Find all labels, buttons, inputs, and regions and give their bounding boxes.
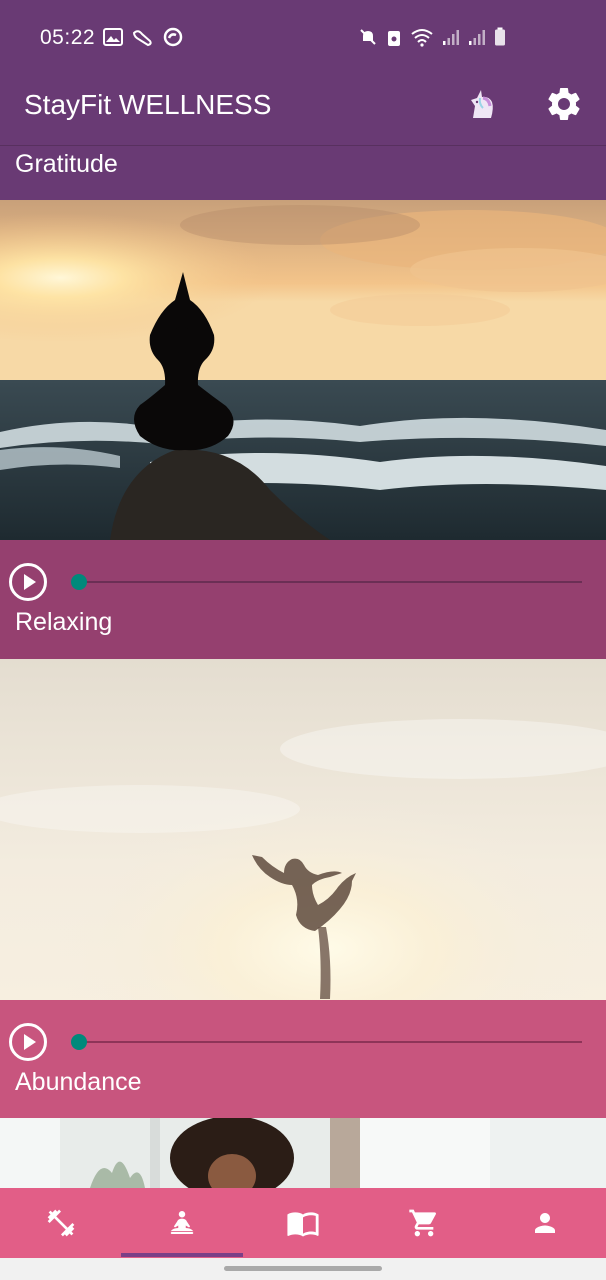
book-icon	[286, 1212, 319, 1237]
play-button[interactable]	[8, 1022, 48, 1062]
audio-player-gratitude: Relaxing	[0, 540, 606, 659]
section-title: Gratitude	[15, 150, 118, 178]
nav-selected-indicator	[121, 1253, 243, 1257]
slider-thumb[interactable]	[71, 574, 87, 590]
cart-icon	[408, 1209, 436, 1237]
meditating-woman-image	[0, 1118, 606, 1188]
image-icon	[103, 28, 123, 46]
play-button[interactable]	[8, 562, 48, 602]
nav-item-shop[interactable]	[363, 1188, 484, 1258]
bottom-nav	[0, 1188, 606, 1258]
mute-icon	[360, 29, 376, 45]
audio-player-relaxing: Abundance	[0, 1000, 606, 1118]
signal-icon	[443, 30, 459, 45]
yoga-dancer-image	[0, 659, 606, 1000]
status-time: 05:22	[40, 26, 96, 49]
signal-icon	[469, 30, 485, 45]
section-title: Relaxing	[15, 608, 113, 636]
battery-icon	[495, 27, 505, 46]
sync-icon	[163, 27, 183, 47]
settings-gear-icon[interactable]	[544, 84, 584, 124]
app-title: StayFit WELLNESS	[24, 89, 272, 120]
slider-thumb[interactable]	[71, 1034, 87, 1050]
wifi-icon	[411, 29, 433, 47]
nav-item-library[interactable]	[242, 1188, 363, 1258]
dumbbell-icon	[47, 1209, 74, 1237]
progress-slider[interactable]	[78, 1041, 582, 1043]
home-gesture-handle[interactable]	[224, 1266, 382, 1271]
section-header-gratitude: Gratitude	[0, 146, 606, 200]
nav-item-meditation[interactable]	[121, 1188, 242, 1258]
progress-slider[interactable]	[78, 581, 582, 583]
meditation-icon	[170, 1211, 193, 1234]
nav-item-workouts[interactable]	[0, 1188, 121, 1258]
lock-icon	[388, 31, 400, 46]
section-title: Abundance	[15, 1068, 142, 1096]
app-bar: StayFit WELLNESS	[0, 76, 606, 146]
fitness-icon	[132, 30, 152, 47]
person-icon	[534, 1213, 555, 1233]
nav-item-profile[interactable]	[484, 1188, 605, 1258]
meditation-sunset-image	[0, 200, 606, 540]
status-bar: 05:22	[0, 0, 606, 76]
system-gesture-bar	[0, 1258, 606, 1280]
unicorn-icon[interactable]	[467, 88, 497, 120]
